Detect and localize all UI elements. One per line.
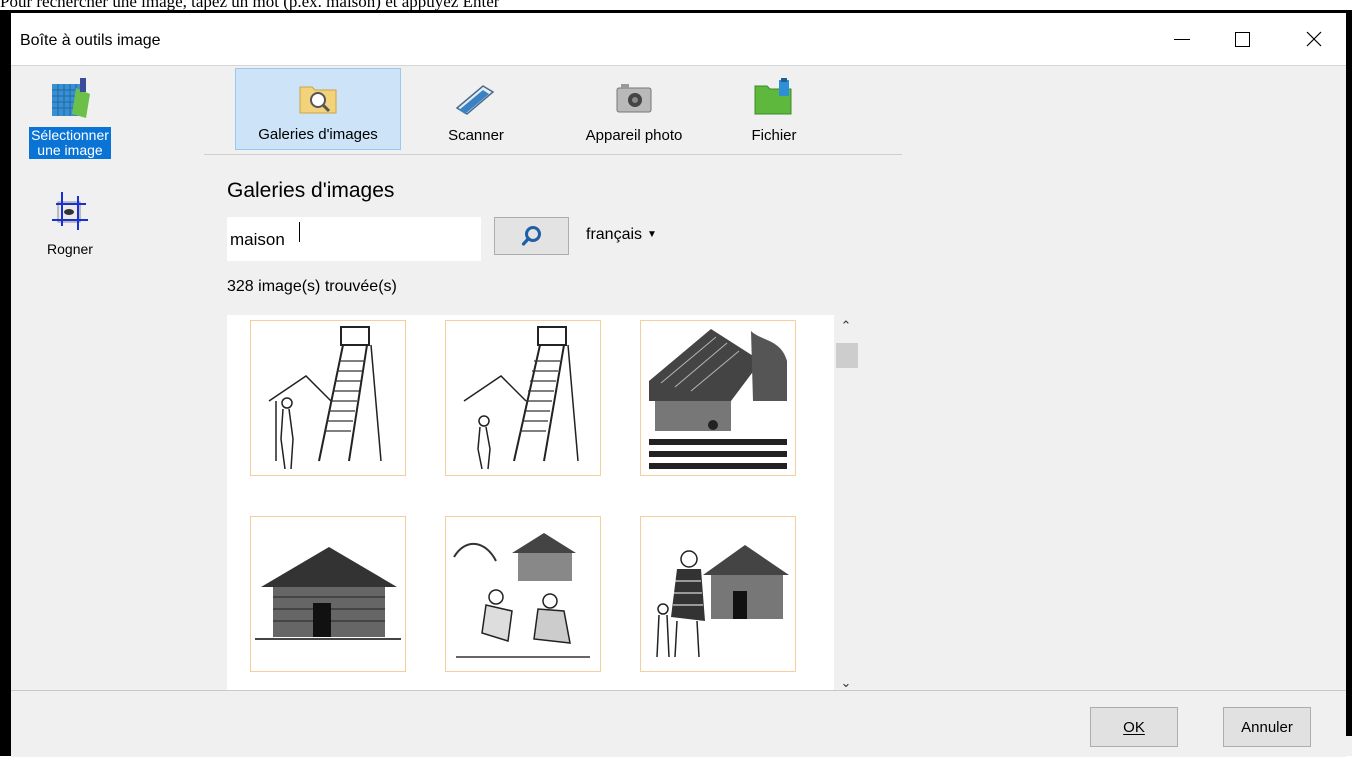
window-frame-left — [0, 10, 11, 756]
tab-file-label: Fichier — [751, 127, 797, 144]
cancel-button[interactable]: Annuler — [1223, 707, 1311, 747]
ok-button[interactable]: OK — [1090, 707, 1178, 747]
minimize-button[interactable] — [1154, 13, 1210, 65]
thumbnail-image — [656, 545, 789, 658]
tab-file[interactable]: Fichier — [734, 68, 814, 150]
scroll-up-icon[interactable]: ⌃ — [834, 318, 858, 336]
crop-icon — [52, 192, 88, 230]
tab-camera-label: Appareil photo — [585, 127, 683, 144]
file-folder-icon — [754, 78, 792, 115]
tool-select-label: Sélectionner une image — [29, 127, 111, 159]
camera-icon — [616, 84, 652, 113]
dropdown-arrow-icon: ▼ — [647, 229, 657, 240]
window-frame-right — [1346, 10, 1352, 756]
maximize-button[interactable] — [1214, 13, 1270, 65]
window-title: Boîte à outils image — [20, 32, 161, 49]
tab-scanner[interactable]: Scanner — [433, 68, 519, 150]
thumbnail-image — [255, 547, 401, 640]
gallery-thumbnail[interactable] — [445, 320, 601, 476]
instruction-text: Pour rechercher une image, tapez un mot … — [0, 0, 500, 10]
search-input[interactable] — [227, 217, 481, 261]
dialog-client-area: Sélectionner une image Rogner Galeries d'… — [11, 66, 1346, 698]
gallery-thumbnail[interactable] — [250, 320, 406, 476]
thumbnail-image — [453, 533, 590, 658]
tab-camera[interactable]: Appareil photo — [554, 68, 714, 150]
gallery-thumbnail[interactable] — [250, 516, 406, 672]
search-button[interactable] — [494, 217, 569, 255]
result-count: 328 image(s) trouvée(s) — [227, 278, 397, 295]
gallery-thumbnail[interactable] — [445, 516, 601, 672]
close-button[interactable] — [1286, 13, 1342, 65]
thumbnail-image — [649, 329, 787, 469]
tab-scanner-label: Scanner — [448, 127, 504, 144]
text-caret — [299, 222, 300, 242]
cancel-label: Annuler — [1241, 718, 1293, 736]
folder-search-icon — [299, 86, 337, 114]
dialog-footer: OK Annuler — [11, 690, 1346, 757]
section-title: Galeries d'images — [227, 179, 395, 202]
language-dropdown[interactable]: français ▼ — [586, 226, 657, 244]
minimize-icon — [1174, 38, 1190, 40]
tab-image-galleries[interactable]: Galeries d'images — [235, 68, 401, 150]
gallery-thumbnail[interactable] — [640, 516, 796, 672]
tool-pane: Sélectionner une image Rogner — [11, 66, 129, 690]
scroll-thumb[interactable] — [836, 343, 858, 368]
tool-crop[interactable]: Rogner — [15, 190, 125, 258]
title-bar[interactable]: Boîte à outils image — [11, 13, 1346, 66]
close-icon — [1306, 31, 1322, 47]
ok-label: OK — [1123, 718, 1145, 736]
tab-image-galleries-label: Galeries d'images — [258, 126, 378, 143]
resize-grip[interactable] — [1345, 736, 1352, 756]
language-label: français — [586, 226, 643, 243]
gallery-scrollbar[interactable]: ⌃ ⌄ — [834, 315, 858, 698]
scanner-icon — [455, 85, 495, 115]
gallery-select-icon — [52, 78, 90, 118]
thumbnail-image — [268, 326, 382, 470]
search-icon — [521, 226, 541, 246]
image-gallery — [227, 315, 834, 698]
thumbnail-image — [463, 326, 579, 470]
maximize-icon — [1234, 31, 1250, 47]
tool-crop-label: Rogner — [47, 241, 93, 257]
tool-select-image[interactable]: Sélectionner une image — [15, 76, 125, 159]
source-toolbar: Galeries d'images Scanner Appareil photo — [204, 66, 902, 155]
gallery-thumbnail[interactable] — [640, 320, 796, 476]
